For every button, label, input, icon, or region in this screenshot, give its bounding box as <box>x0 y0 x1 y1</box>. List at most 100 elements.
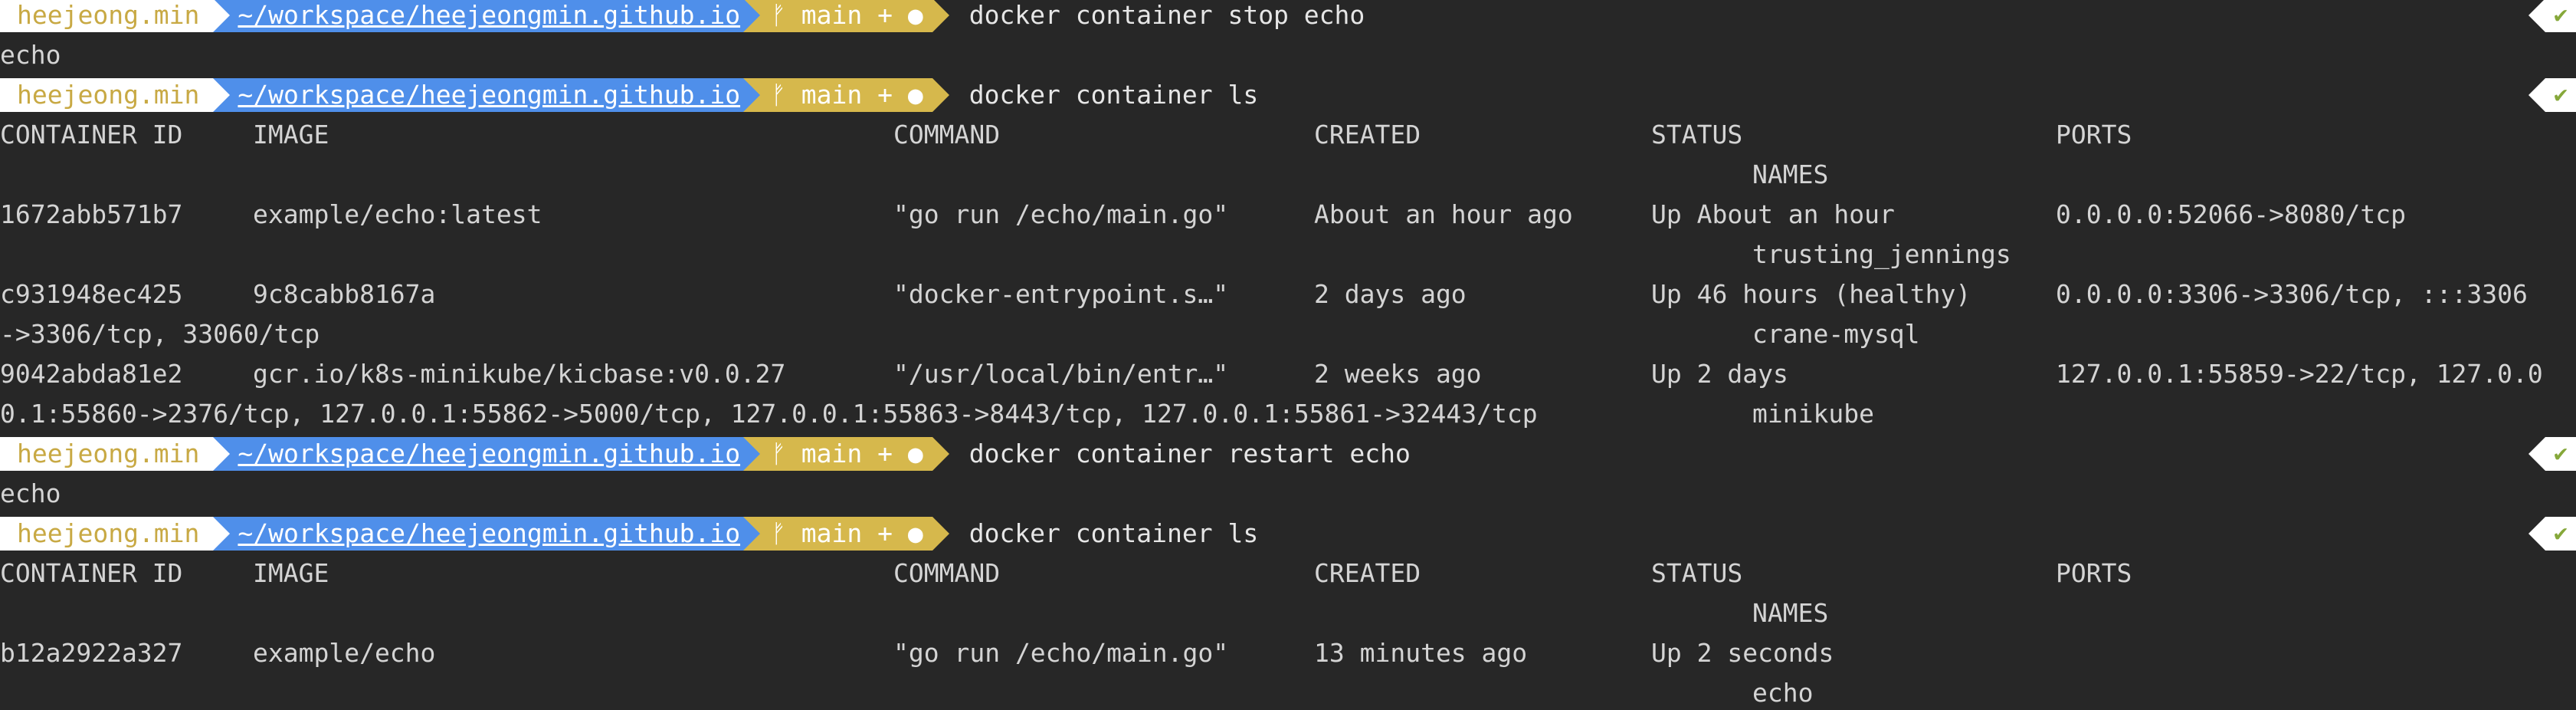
prompt: heejeong.min ~/workspace/heejeongmin.git… <box>0 434 1411 474</box>
cell-names: echo <box>1752 678 1814 708</box>
prompt-status: ✔ <box>2528 0 2576 32</box>
header-status: STATUS <box>1651 120 1743 150</box>
cell-ports-cont: 0.1:55860->2376/tcp, 127.0.0.1:55862->50… <box>0 399 1538 429</box>
git-branch-icon: ᚠ <box>771 0 786 30</box>
output-line: echo <box>0 35 2576 75</box>
cell-container-id: 9042abda81e2 <box>0 359 183 389</box>
cell-image: gcr.io/k8s-minikube/kicbase:v0.0.27 <box>253 359 786 389</box>
cell-status: Up 46 hours (healthy) <box>1651 279 1971 309</box>
table-row-cont: ->3306/tcp, 33060/tcp crane-mysql <box>0 314 2576 354</box>
check-icon: ✔ <box>2545 437 2576 471</box>
prompt-line: heejeong.min ~/workspace/heejeongmin.git… <box>0 0 2576 35</box>
header-status: STATUS <box>1651 558 1743 588</box>
header-ports: PORTS <box>2056 120 2132 150</box>
powerline-separator <box>743 437 761 471</box>
command-text: docker container stop echo <box>968 0 1365 30</box>
table-row-cont: 0.1:55860->2376/tcp, 127.0.0.1:55862->50… <box>0 394 2576 434</box>
prompt-status: ✔ <box>2528 517 2576 551</box>
prompt-path[interactable]: ~/workspace/heejeongmin.github.io <box>230 0 744 32</box>
header-container-id: CONTAINER ID <box>0 558 183 588</box>
command-text: docker container ls <box>968 80 1259 110</box>
cell-command: "docker-entrypoint.s…" <box>893 279 1229 309</box>
table-row-cont: trusting_jennings <box>0 235 2576 274</box>
prompt-user: heejeong.min <box>0 0 214 32</box>
cell-ports: 0.0.0.0:52066->8080/tcp <box>2056 199 2406 229</box>
prompt-user: heejeong.min <box>0 517 214 551</box>
cell-image: example/echo:latest <box>253 199 542 229</box>
terminal-window[interactable]: heejeong.min ~/workspace/heejeongmin.git… <box>0 0 2576 710</box>
cell-image: example/echo <box>253 638 436 668</box>
powerline-separator <box>213 78 231 112</box>
header-command: COMMAND <box>893 558 1001 588</box>
powerline-separator <box>213 437 231 471</box>
cell-status: Up About an hour <box>1651 199 1895 229</box>
prompt-git-segment: ᚠ main + ● <box>760 437 932 471</box>
cell-status: Up 2 seconds <box>1651 638 1834 668</box>
prompt-path[interactable]: ~/workspace/heejeongmin.github.io <box>230 437 744 471</box>
prompt-line: heejeong.min ~/workspace/heejeongmin.git… <box>0 514 2576 554</box>
header-image: IMAGE <box>253 120 329 150</box>
header-created: CREATED <box>1314 120 1421 150</box>
check-icon: ✔ <box>2545 517 2576 551</box>
header-names: NAMES <box>1752 598 1829 628</box>
prompt: heejeong.min ~/workspace/heejeongmin.git… <box>0 0 1365 35</box>
table-header-cont: NAMES <box>0 593 2576 633</box>
cell-container-id: c931948ec425 <box>0 279 183 309</box>
cell-image: 9c8cabb8167a <box>253 279 436 309</box>
prompt-status: ✔ <box>2528 437 2576 471</box>
table-header-cont: NAMES <box>0 155 2576 195</box>
table-row-cont: echo <box>0 673 2576 710</box>
header-command: COMMAND <box>893 120 1001 150</box>
powerline-separator <box>743 0 761 32</box>
powerline-separator <box>932 437 949 471</box>
cell-created: 2 weeks ago <box>1314 359 1482 389</box>
check-icon: ✔ <box>2545 0 2576 32</box>
powerline-separator <box>743 78 761 112</box>
prompt-path[interactable]: ~/workspace/heejeongmin.github.io <box>230 78 744 112</box>
cell-ports: 0.0.0.0:3306->3306/tcp, :::3306 <box>2056 279 2528 309</box>
table-header: CONTAINER ID IMAGE COMMAND CREATED STATU… <box>0 115 2576 155</box>
prompt-branch: main + ● <box>801 0 923 30</box>
prompt-status: ✔ <box>2528 78 2576 112</box>
cell-names: minikube <box>1752 399 1874 429</box>
powerline-separator <box>743 517 761 551</box>
prompt-git-segment: ᚠ main + ● <box>760 78 932 112</box>
powerline-separator <box>2528 437 2545 471</box>
powerline-separator <box>932 517 949 551</box>
prompt-path[interactable]: ~/workspace/heejeongmin.github.io <box>230 517 744 551</box>
cell-names: crane-mysql <box>1752 319 1920 349</box>
command-text: docker container restart echo <box>968 439 1411 468</box>
cell-command: "go run /echo/main.go" <box>893 199 1229 229</box>
prompt: heejeong.min ~/workspace/heejeongmin.git… <box>0 514 1258 554</box>
powerline-separator <box>2528 517 2545 551</box>
git-branch-icon: ᚠ <box>771 518 786 548</box>
cell-ports: 127.0.0.1:55859->22/tcp, 127.0.0 <box>2056 359 2543 389</box>
output-line: echo <box>0 474 2576 514</box>
prompt-git-segment: ᚠ main + ● <box>760 0 932 32</box>
header-ports: PORTS <box>2056 558 2132 588</box>
powerline-separator <box>932 0 949 32</box>
prompt-user: heejeong.min <box>0 78 214 112</box>
cell-container-id: 1672abb571b7 <box>0 199 183 229</box>
powerline-separator <box>2528 0 2545 32</box>
prompt-line: heejeong.min ~/workspace/heejeongmin.git… <box>0 75 2576 115</box>
cell-created: About an hour ago <box>1314 199 1573 229</box>
cell-container-id: b12a2922a327 <box>0 638 183 668</box>
output-text: echo <box>0 478 61 508</box>
header-names: NAMES <box>1752 159 1829 189</box>
git-branch-icon: ᚠ <box>771 439 786 468</box>
cell-names: trusting_jennings <box>1752 239 2011 269</box>
powerline-separator <box>2528 78 2545 112</box>
table-row: c931948ec425 9c8cabb8167a "docker-entryp… <box>0 274 2576 314</box>
command-text: docker container ls <box>968 518 1259 548</box>
header-image: IMAGE <box>253 558 329 588</box>
powerline-separator <box>213 517 231 551</box>
prompt-git-segment: ᚠ main + ● <box>760 517 932 551</box>
prompt-branch: main + ● <box>801 439 923 468</box>
cell-ports-cont: ->3306/tcp, 33060/tcp <box>0 319 320 349</box>
cell-status: Up 2 days <box>1651 359 1788 389</box>
git-branch-icon: ᚠ <box>771 80 786 110</box>
prompt-line: heejeong.min ~/workspace/heejeongmin.git… <box>0 434 2576 474</box>
prompt-branch: main + ● <box>801 518 923 548</box>
table-row: 1672abb571b7 example/echo:latest "go run… <box>0 195 2576 235</box>
